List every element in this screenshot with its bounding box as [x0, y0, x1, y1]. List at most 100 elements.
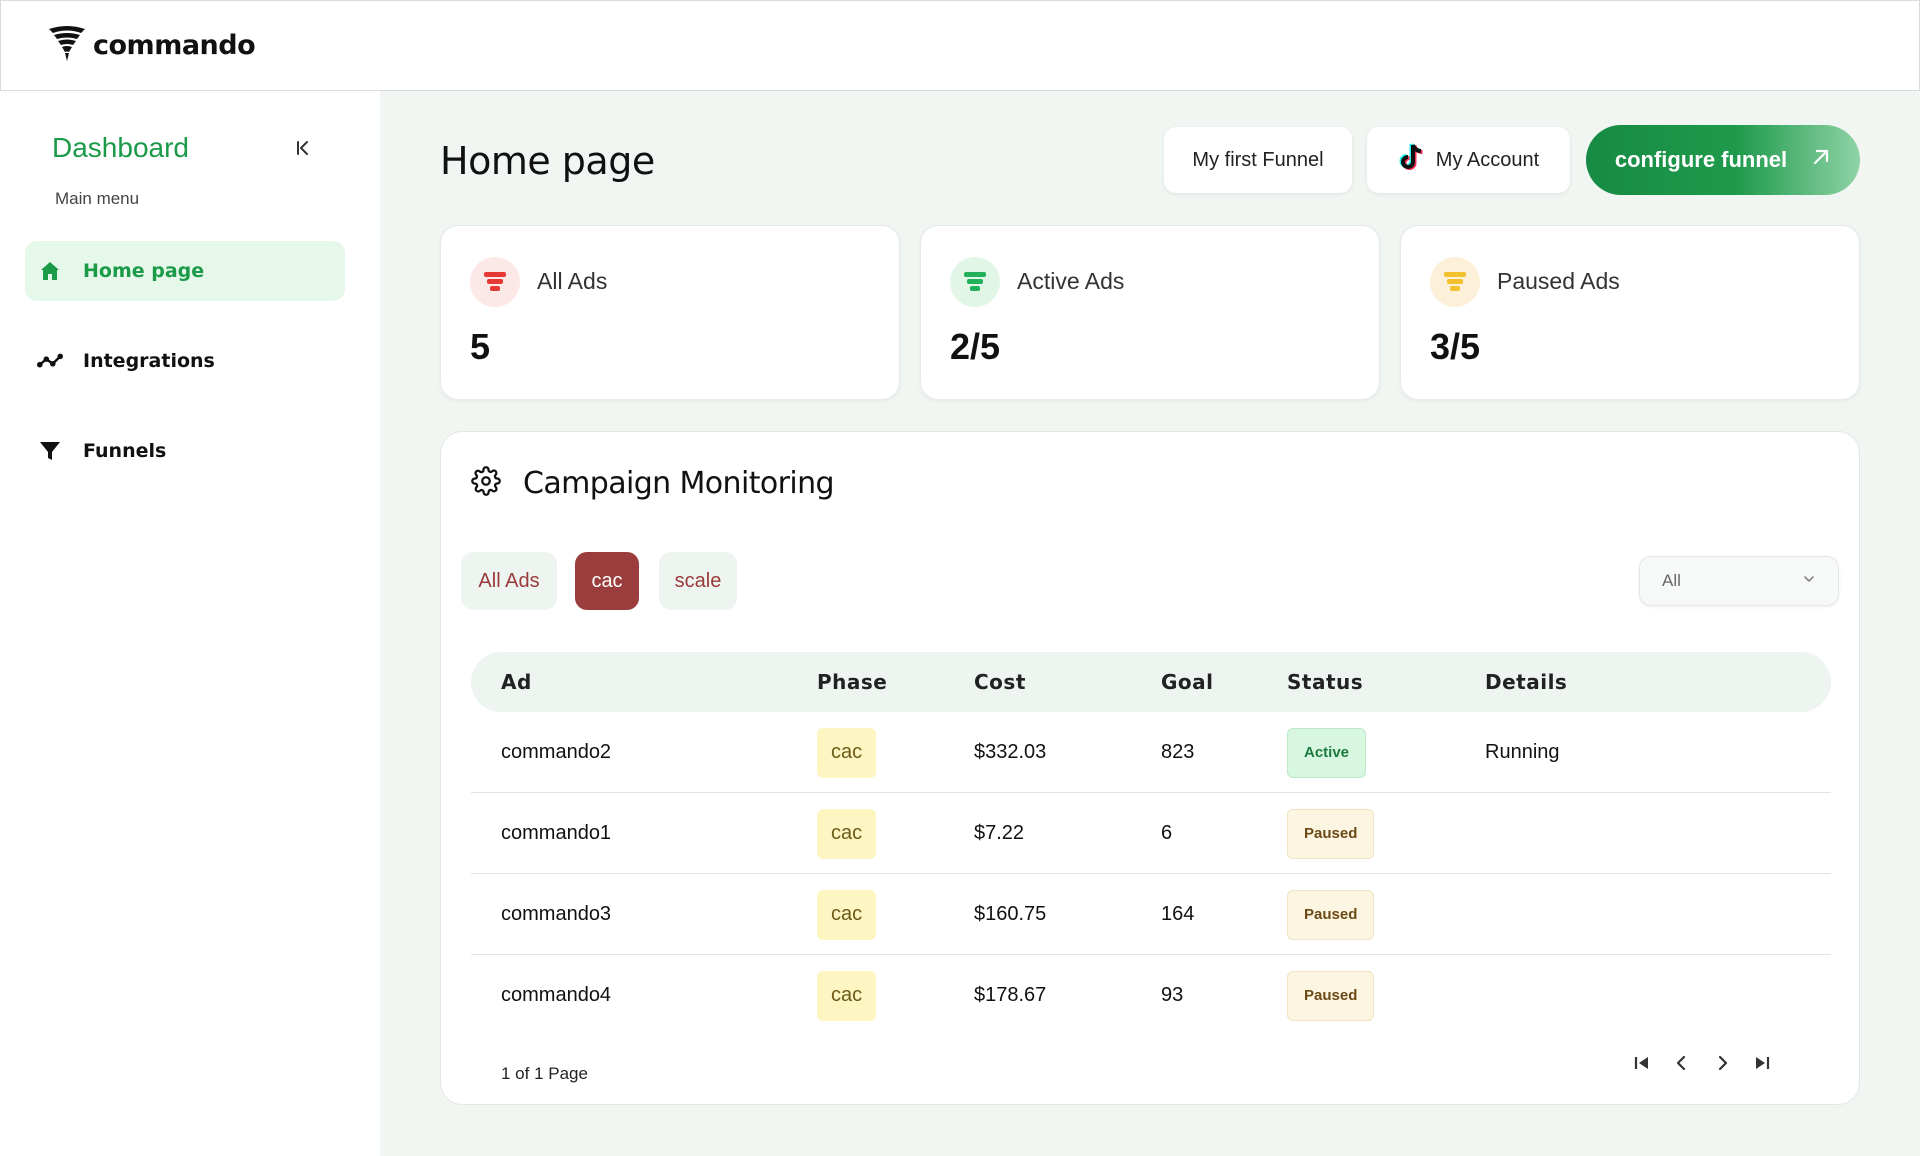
cell-ad: commando4 [501, 984, 612, 1006]
phase-badge: cac [817, 808, 877, 859]
next-page-button[interactable] [1711, 1052, 1733, 1074]
status-badge: Paused [1287, 970, 1375, 1021]
arrow-up-right-icon [1811, 147, 1831, 173]
my-first-funnel-button[interactable]: My first Funnel [1164, 127, 1352, 193]
pagination-controls [1631, 1052, 1773, 1074]
filter-chip-scale[interactable]: scale [659, 552, 737, 610]
cell-ad: commando2 [501, 741, 612, 763]
home-icon [37, 258, 63, 284]
cell-phase: cac [817, 874, 877, 955]
column-header-details: Details [1485, 670, 1568, 694]
cell-cost: $332.03 [974, 741, 1047, 763]
gear-icon [471, 466, 501, 501]
stat-value: 3/5 [1430, 326, 1481, 367]
filter-chip-all-ads[interactable]: All Ads [461, 552, 557, 610]
filter-chip-cac[interactable]: cac [575, 552, 639, 610]
funnel-stack-icon [950, 257, 1000, 307]
top-bar: commando [0, 0, 1920, 91]
chip-label: scale [674, 569, 722, 592]
collapse-icon [297, 141, 308, 155]
cell-goal: 823 [1161, 741, 1195, 763]
cell-phase: cac [817, 793, 877, 874]
cell-status: Paused [1287, 874, 1375, 955]
phase-badge: cac [817, 727, 877, 778]
column-header-phase: Phase [817, 670, 888, 694]
panel-header: Campaign Monitoring [471, 466, 835, 501]
pagination-text: 1 of 1 Page [501, 1064, 588, 1083]
stat-card-active-ads: Active Ads 2/5 [920, 225, 1380, 400]
stat-card-paused-ads: Paused Ads 3/5 [1400, 225, 1860, 400]
table-row[interactable]: commando4 cac $178.67 93 Paused [471, 955, 1831, 1036]
cell-status: Paused [1287, 793, 1375, 874]
chevron-down-icon [1802, 571, 1816, 591]
cell-goal: 6 [1161, 822, 1173, 844]
page-title: Home page [440, 139, 655, 183]
funnel-stack-icon [1430, 257, 1480, 307]
sidebar: Dashboard Main menu Home page Integratio… [0, 91, 380, 1156]
stat-label: Active Ads [1017, 268, 1125, 294]
my-account-button[interactable]: My Account [1367, 127, 1570, 193]
first-page-button[interactable] [1631, 1052, 1653, 1074]
table-row[interactable]: commando2 cac $332.03 823 Active Running [471, 712, 1831, 793]
cell-cost: $7.22 [974, 822, 1025, 844]
account-button-label: My Account [1435, 148, 1540, 171]
cell-status: Paused [1287, 955, 1375, 1036]
sidebar-item-label: Home page [83, 260, 205, 282]
cell-goal: 164 [1161, 903, 1195, 925]
phase-badge: cac [817, 970, 877, 1021]
status-badge: Paused [1287, 808, 1375, 859]
panel-title: Campaign Monitoring [523, 466, 835, 501]
phase-badge: cac [817, 889, 877, 940]
sidebar-item-label: Integrations [83, 350, 215, 372]
main-content: Home page My first Funnel My Account con… [380, 91, 1920, 1156]
stat-value: 2/5 [950, 326, 1001, 367]
sidebar-header: Dashboard [52, 132, 317, 164]
chip-label: All Ads [478, 569, 540, 592]
cell-phase: cac [817, 712, 877, 793]
sidebar-item-integrations[interactable]: Integrations [25, 331, 345, 391]
logo[interactable]: commando [47, 23, 256, 68]
sidebar-subtitle: Main menu [55, 189, 140, 208]
previous-page-button[interactable] [1671, 1052, 1693, 1074]
column-header-cost: Cost [974, 670, 1026, 694]
funnel-stack-icon [470, 257, 520, 307]
sidebar-item-label: Funnels [83, 440, 167, 462]
cell-goal: 93 [1161, 984, 1184, 1006]
table-row[interactable]: commando3 cac $160.75 164 Paused [471, 874, 1831, 955]
stat-value: 5 [470, 326, 491, 367]
last-page-button[interactable] [1751, 1052, 1773, 1074]
cell-phase: cac [817, 955, 877, 1036]
tiktok-icon [1398, 142, 1426, 178]
cell-cost: $160.75 [974, 903, 1047, 925]
funnel-icon [37, 438, 63, 464]
chevron-right-icon [1718, 1055, 1728, 1071]
column-header-goal: Goal [1161, 670, 1214, 694]
cell-cost: $178.67 [974, 984, 1047, 1006]
tornado-logo-icon [47, 23, 87, 68]
stat-card-all-ads: All Ads 5 [440, 225, 900, 400]
chevron-left-icon [1676, 1055, 1686, 1071]
stat-label: Paused Ads [1497, 268, 1620, 294]
configure-button-label: configure funnel [1614, 147, 1788, 172]
select-value: All [1662, 571, 1681, 590]
table-row[interactable]: commando1 cac $7.22 6 Paused [471, 793, 1831, 874]
sidebar-item-home-page[interactable]: Home page [25, 241, 345, 301]
collapse-sidebar-button[interactable] [289, 134, 317, 162]
status-badge: Paused [1287, 889, 1375, 940]
campaign-monitoring-panel: Campaign Monitoring All Ads cac scale Al… [440, 431, 1860, 1105]
last-page-icon [1756, 1057, 1770, 1069]
cell-ad: commando1 [501, 822, 612, 844]
configure-funnel-button[interactable]: configure funnel [1586, 125, 1860, 195]
stat-label: All Ads [537, 268, 608, 294]
integrations-icon [37, 348, 63, 374]
status-select[interactable]: All [1639, 556, 1839, 606]
funnel-button-label: My first Funnel [1192, 148, 1324, 171]
logo-text: commando [93, 30, 256, 61]
cell-ad: commando3 [501, 903, 612, 925]
chip-label: cac [591, 569, 623, 592]
table-header: Ad Phase Cost Goal Status Details [471, 652, 1831, 712]
cell-details: Running [1485, 741, 1560, 763]
column-header-ad: Ad [501, 670, 532, 694]
column-header-status: Status [1287, 670, 1364, 694]
sidebar-item-funnels[interactable]: Funnels [25, 421, 345, 481]
